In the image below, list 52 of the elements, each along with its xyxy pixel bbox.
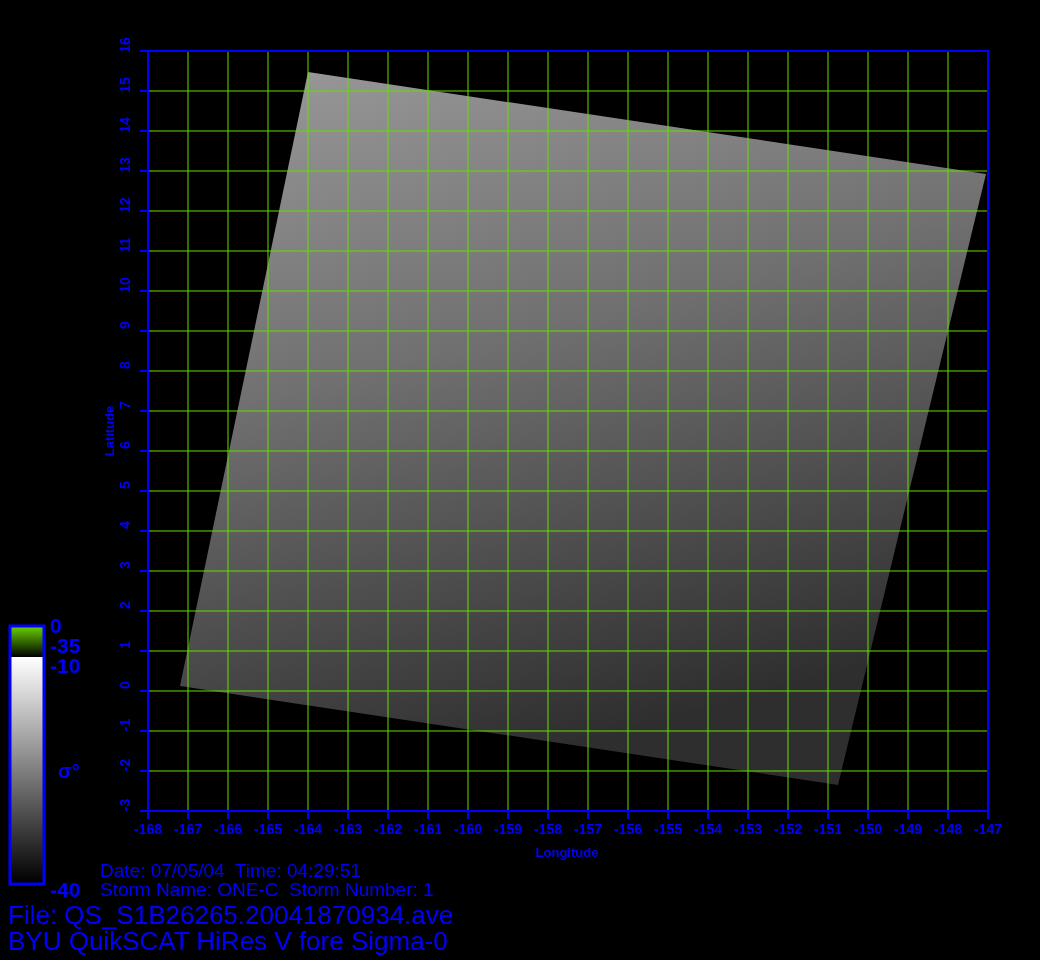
longitude-tick-label: -150 <box>854 821 882 837</box>
colorbar-label: -35 <box>50 634 81 657</box>
latitude-tick-label: 4 <box>117 521 133 529</box>
longitude-tick-label: -152 <box>774 821 802 837</box>
longitude-tick-label: -168 <box>134 821 162 837</box>
latitude-tick-label: 0 <box>117 681 133 689</box>
colorbar-label: 0 <box>50 614 62 637</box>
longitude-tick-label: -166 <box>214 821 242 837</box>
colorbar-label: -40 <box>50 878 81 901</box>
date-time-text: Date: 07/05/04 Time: 04:29:51 <box>100 860 361 881</box>
longitude-tick-label: -162 <box>374 821 402 837</box>
latitude-tick-label: 10 <box>117 277 133 293</box>
longitude-tick-label: -151 <box>814 821 842 837</box>
longitude-tick-label: -160 <box>454 821 482 837</box>
latitude-tick-label: 7 <box>117 401 133 409</box>
latitude-tick-label: 13 <box>117 157 133 173</box>
latitude-tick-label: 5 <box>117 481 133 489</box>
sigma-symbol: σ° <box>58 760 80 782</box>
latitude-tick-label: -1 <box>117 718 133 732</box>
longitude-tick-label: -147 <box>974 821 1002 837</box>
latitude-tick-label: 14 <box>117 117 133 133</box>
longitude-tick-label: -148 <box>934 821 962 837</box>
latitude-tick-label: 1 <box>117 641 133 649</box>
longitude-tick-label: -165 <box>254 821 282 837</box>
longitude-tick-label: -156 <box>614 821 642 837</box>
longitude-tick-label: -149 <box>894 821 922 837</box>
colorbar-label: -10 <box>50 654 81 677</box>
longitude-tick-label: -167 <box>174 821 202 837</box>
longitude-tick-label: -157 <box>574 821 602 837</box>
latitude-tick-label: 15 <box>117 77 133 93</box>
latitude-tick-label: 3 <box>117 561 133 569</box>
storm-info-text: Storm Name: ONE-C Storm Number: 1 <box>100 879 434 900</box>
latitude-tick-label: 6 <box>117 441 133 449</box>
longitude-tick-label: -164 <box>294 821 322 837</box>
longitude-tick-label: -155 <box>654 821 682 837</box>
latitude-tick-label: 8 <box>117 361 133 369</box>
latitude-tick-label: -2 <box>117 758 133 772</box>
file-name-text: File: QS_S1B26265.20041870934.ave <box>8 900 454 930</box>
latitude-tick-label: 11 <box>117 237 133 253</box>
axis-label: Longitude <box>535 845 599 860</box>
longitude-tick-label: -153 <box>734 821 762 837</box>
latitude-tick-label: 16 <box>117 37 133 53</box>
latitude-tick-label: -3 <box>117 798 133 812</box>
longitude-tick-label: -163 <box>334 821 362 837</box>
longitude-tick-label: -154 <box>694 821 722 837</box>
longitude-tick-label: -158 <box>534 821 562 837</box>
axis-label: Latitude <box>102 405 117 457</box>
latitude-tick-label: 2 <box>117 601 133 609</box>
latitude-tick-label: 9 <box>117 321 133 329</box>
longitude-tick-label: -159 <box>494 821 522 837</box>
longitude-tick-label: -161 <box>414 821 442 837</box>
latitude-tick-label: 12 <box>117 197 133 213</box>
